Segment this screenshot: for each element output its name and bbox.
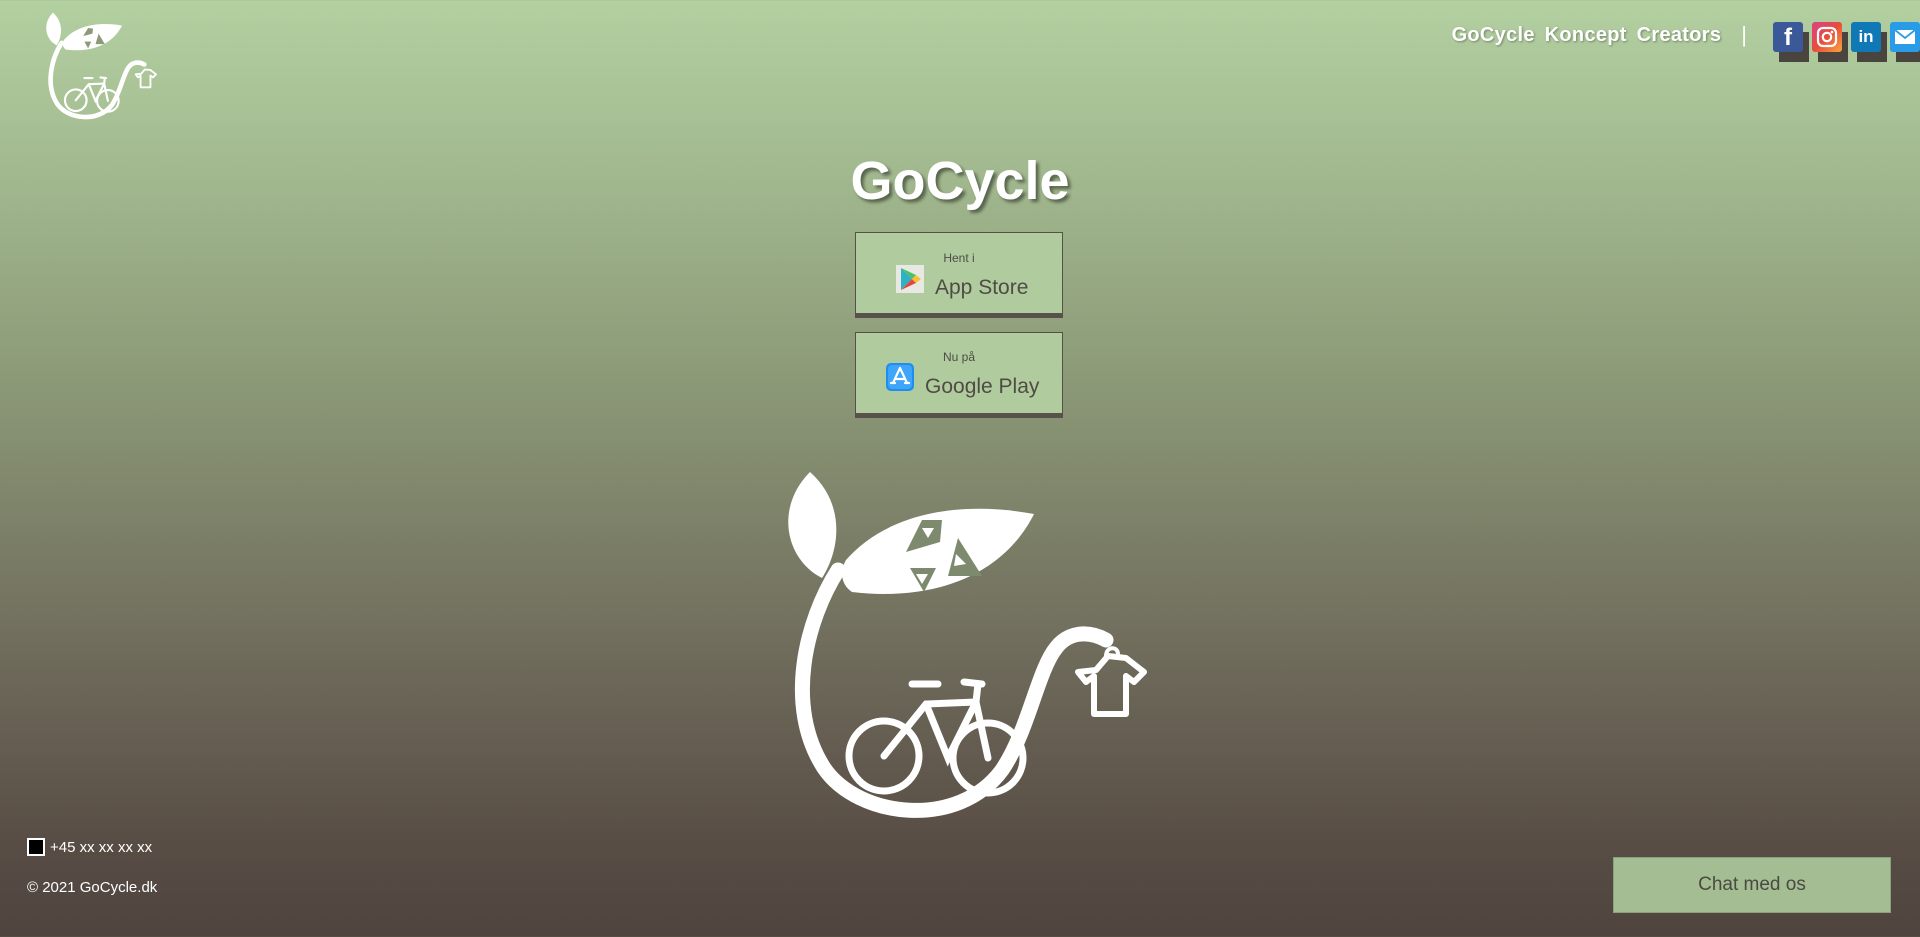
linkedin-icon[interactable]: in <box>1851 22 1887 62</box>
page-title: GoCycle <box>850 151 1070 211</box>
top-nav: GoCycle Koncept Creators | f in <box>1452 22 1920 68</box>
gocycle-logo-large <box>788 472 1147 818</box>
chat-button[interactable]: Chat med os <box>1613 857 1891 913</box>
phone-contact: +45 xx xx xx xx <box>27 838 152 856</box>
nav-separator: | <box>1741 22 1747 47</box>
google-play-label: Google Play <box>925 375 1040 398</box>
gocycle-logo-small[interactable] <box>46 12 158 120</box>
app-store-icon <box>886 363 914 391</box>
phone-number[interactable]: +45 xx xx xx xx <box>50 839 152 856</box>
copyright-text: © 2021 GoCycle.dk <box>27 879 158 896</box>
app-store-label: App Store <box>935 276 1029 299</box>
app-store-button[interactable]: Hent i App Store <box>855 232 1063 318</box>
instagram-icon[interactable] <box>1812 22 1848 62</box>
facebook-icon[interactable]: f <box>1773 22 1809 62</box>
app-store-caption: Hent i <box>943 251 975 265</box>
brand-link[interactable]: GoCycle Koncept Creators <box>1452 24 1722 47</box>
social-links: f in <box>1773 22 1920 62</box>
phone-icon <box>27 838 45 856</box>
google-play-caption: Nu på <box>942 350 976 364</box>
google-play-button[interactable]: Nu på Google Play <box>855 332 1063 418</box>
google-play-icon <box>896 265 924 293</box>
mail-icon[interactable] <box>1890 22 1920 62</box>
